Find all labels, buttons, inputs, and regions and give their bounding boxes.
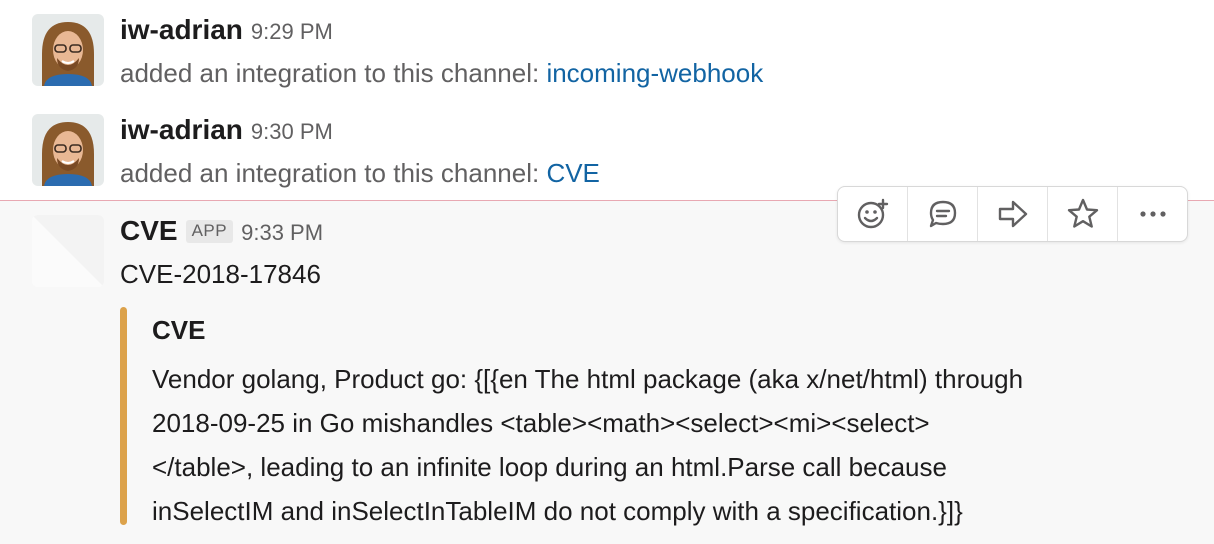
message-item-hovered[interactable]: CVE APP 9:33 PM CVE-2018-17846 CVE Vendor … — [0, 201, 1214, 544]
message-body: added an integration to this channel: — [120, 58, 547, 88]
attachment-line: 2018-09-25 in Go mishandles <table><math… — [152, 408, 930, 438]
attachment-accent-bar — [120, 307, 127, 525]
avatar[interactable] — [32, 14, 104, 86]
author-name[interactable]: iw-adrian — [120, 114, 243, 145]
attachment-line: Vendor golang, Product go: {[{en The htm… — [152, 364, 1024, 394]
app-badge: APP — [185, 220, 234, 243]
message-feed: iw-adrian 9:29 PM added an integration to… — [0, 0, 1214, 544]
attachment-title: CVE — [152, 315, 206, 345]
more-actions-icon — [1136, 197, 1170, 231]
share-message-icon — [996, 197, 1030, 231]
app-avatar[interactable] — [32, 215, 104, 287]
timestamp[interactable]: 9:33 PM — [241, 220, 323, 245]
message-text: added an integration to this channel: in… — [120, 58, 763, 89]
add-reaction-button[interactable] — [838, 187, 908, 241]
message-text: added an integration to this channel: CV… — [120, 158, 600, 189]
message-body: added an integration to this channel: — [120, 158, 547, 188]
attachment-line: inSelectIM and inSelectInTableIM do not … — [152, 496, 963, 526]
add-reaction-icon — [856, 197, 890, 231]
author-name[interactable]: iw-adrian — [120, 14, 243, 45]
star-icon — [1066, 197, 1100, 231]
attachment-text: Vendor golang, Product go: {[{en The htm… — [152, 357, 1172, 533]
start-thread-button[interactable] — [908, 187, 978, 241]
more-actions-button[interactable] — [1118, 187, 1187, 241]
attachment-line: </table>, leading to an infinite loop du… — [152, 452, 947, 482]
message-body: CVE-2018-17846 — [120, 259, 321, 289]
integration-link[interactable]: incoming-webhook — [546, 58, 763, 88]
attachment: CVE Vendor golang, Product go: {[{en The… — [120, 307, 1180, 526]
message-header: iw-adrian 9:30 PM — [120, 114, 333, 146]
timestamp[interactable]: 9:29 PM — [251, 19, 333, 44]
message-actions-toolbar — [837, 186, 1188, 242]
avatar[interactable] — [32, 114, 104, 186]
author-name[interactable]: CVE — [120, 215, 178, 246]
message-item: iw-adrian 9:30 PM added an integration to… — [0, 100, 1214, 200]
message-item: iw-adrian 9:29 PM added an integration to… — [0, 0, 1214, 100]
integration-link[interactable]: CVE — [546, 158, 599, 188]
timestamp[interactable]: 9:30 PM — [251, 119, 333, 144]
message-header: iw-adrian 9:29 PM — [120, 14, 333, 46]
message-header: CVE APP 9:33 PM — [120, 215, 323, 247]
star-button[interactable] — [1048, 187, 1118, 241]
start-thread-icon — [926, 197, 960, 231]
share-message-button[interactable] — [978, 187, 1048, 241]
